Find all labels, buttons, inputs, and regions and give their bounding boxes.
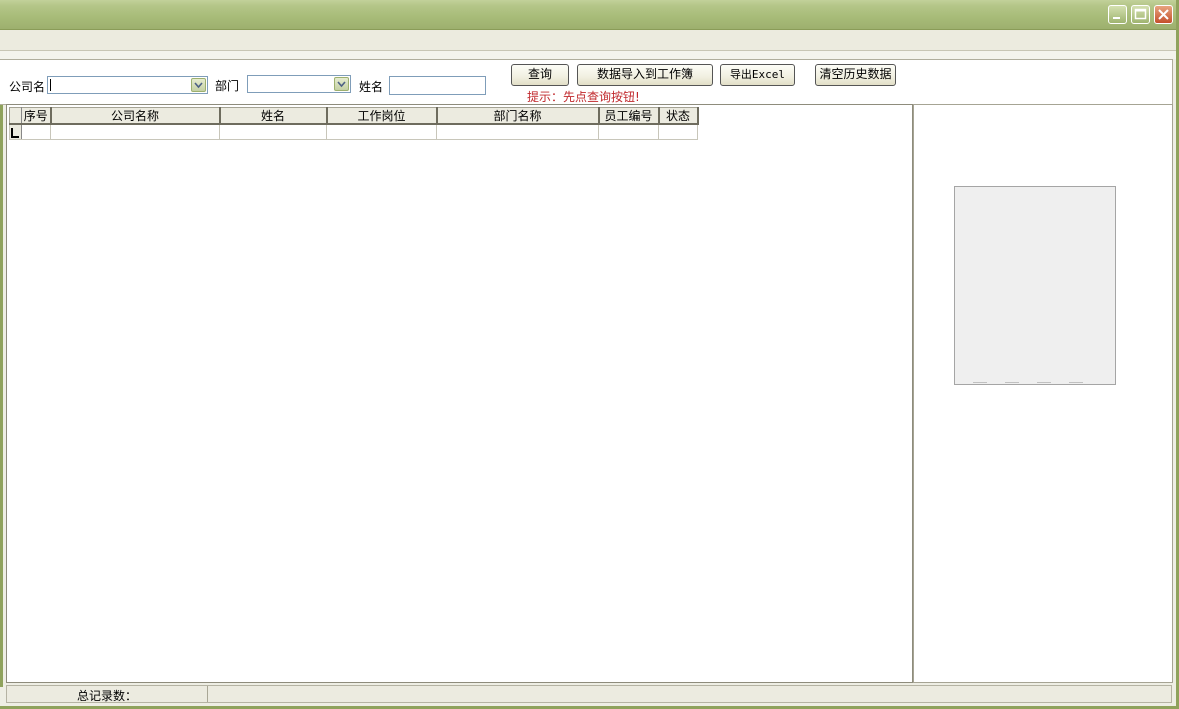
maximize-icon[interactable] [1131,5,1150,24]
grid-table: 序号 公司名称 姓名 工作岗位 部门名称 员工编号 状态 [9,107,699,140]
grid-header-row: 序号 公司名称 姓名 工作岗位 部门名称 员工编号 状态 [9,107,699,125]
table-row[interactable] [9,123,698,140]
window-left-border [0,59,3,687]
query-button[interactable]: 查询 [511,64,569,86]
column-header-company[interactable]: 公司名称 [50,107,221,125]
chevron-down-icon[interactable] [334,77,349,91]
current-row-indicator-icon [11,127,19,138]
table-cell[interactable] [219,123,327,140]
table-cell[interactable] [21,123,51,140]
hint-text: 提示：先点查询按钮! [527,90,640,104]
close-icon[interactable] [1154,5,1173,24]
name-label: 姓名 [359,80,384,94]
table-cell[interactable] [326,123,437,140]
main-window: 公司名 部门 姓名 查询 数据导入到工作簿 导出Excel 清空历史数据 提示：… [0,0,1179,709]
side-panel [913,104,1173,683]
column-header-employee-id[interactable]: 员工编号 [598,107,660,125]
status-bar: 总记录数： [6,685,1172,703]
table-cell[interactable] [658,123,698,140]
data-grid[interactable]: 序号 公司名称 姓名 工作岗位 部门名称 员工编号 状态 [6,104,913,683]
column-header-department[interactable]: 部门名称 [436,107,600,125]
column-header-position[interactable]: 工作岗位 [326,107,438,125]
table-cell[interactable] [50,123,220,140]
column-header-name[interactable]: 姓名 [219,107,328,125]
table-cell[interactable] [598,123,659,140]
company-label: 公司名 [9,80,46,94]
photo-border-dashes [973,382,1101,383]
table-cell[interactable] [436,123,599,140]
minimize-icon[interactable] [1108,5,1127,24]
column-header-index[interactable]: 序号 [21,107,52,125]
chevron-down-icon[interactable] [191,78,206,92]
title-bar[interactable] [0,0,1176,30]
company-combobox[interactable] [47,76,208,94]
import-to-workbook-button[interactable]: 数据导入到工作簿 [577,64,713,86]
row-selector[interactable] [9,123,22,140]
column-header-status[interactable]: 状态 [658,107,699,125]
row-header-corner [9,107,22,125]
name-input[interactable] [389,76,486,95]
status-panel-records: 总记录数： [7,686,208,703]
department-label: 部门 [215,79,240,93]
total-records-label: 总记录数： [77,689,138,703]
export-excel-button[interactable]: 导出Excel [720,64,795,86]
department-combobox[interactable] [247,75,351,93]
text-cursor [50,79,51,91]
photo-placeholder [954,186,1116,385]
toolbar-strip [0,51,1176,59]
menu-bar [0,30,1176,51]
clear-history-button[interactable]: 清空历史数据 [815,64,896,86]
